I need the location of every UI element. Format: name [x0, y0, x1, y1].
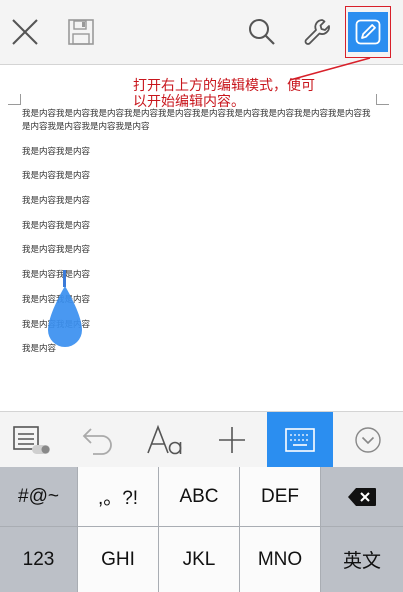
keyboard-col-divider — [239, 467, 240, 592]
keyboard-col-divider — [320, 467, 321, 592]
key-delete[interactable] — [321, 467, 403, 526]
key-def[interactable]: DEF — [240, 467, 320, 526]
key-ghi[interactable]: GHI — [78, 527, 158, 592]
text-style-button[interactable] — [135, 412, 195, 468]
keyboard-icon — [285, 428, 315, 452]
key-jkl[interactable]: JKL — [159, 527, 239, 592]
paragraph: 我是内容我是内容我是内容我是内容我是内容我是内容我是内容我是内容我是内容我是内容… — [22, 109, 371, 132]
paragraph: 我是内容我是内容 — [22, 220, 91, 231]
paragraph: 我是内容我是内容 — [22, 270, 91, 281]
bottom-toolbar — [0, 411, 403, 468]
text-style-icon — [147, 424, 182, 455]
paragraph: 我是内容我是内容 — [22, 245, 91, 256]
page-corner-left — [8, 94, 21, 105]
delete-icon — [348, 487, 376, 506]
undo-button[interactable] — [68, 412, 128, 468]
page-corner-right — [376, 94, 389, 105]
keyboard-button[interactable] — [267, 412, 333, 468]
keyboard-col-divider — [77, 467, 78, 592]
paragraph: 我是内容我是内容 — [22, 171, 91, 182]
insert-button[interactable] — [202, 412, 262, 468]
key-english[interactable]: 英文 — [321, 527, 403, 592]
key-numbers[interactable]: 123 — [0, 527, 77, 592]
insert-icon — [219, 427, 245, 453]
cursor-handle[interactable] — [46, 284, 84, 348]
key-abc[interactable]: ABC — [159, 467, 239, 526]
key-symbols[interactable]: #@~ — [0, 467, 77, 526]
format-toggle-button[interactable] — [2, 412, 62, 468]
paragraph: 我是内容我是内容 — [22, 196, 91, 207]
key-mno[interactable]: MNO — [240, 527, 320, 592]
collapse-icon — [355, 427, 381, 453]
collapse-button[interactable] — [338, 412, 398, 468]
paragraph: 我是内容我是内容 — [22, 146, 91, 157]
undo-icon — [82, 428, 112, 455]
key-punctuation[interactable]: ,。?! — [78, 467, 158, 526]
keyboard-row-divider — [0, 526, 403, 527]
annotation-line-1: 打开右上方的编辑模式，便可 — [133, 78, 315, 94]
annotation-text: 打开右上方的编辑模式，便可 以开始编辑内容。 — [133, 78, 353, 110]
format-toggle-icon — [13, 426, 50, 454]
keyboard-col-divider — [158, 467, 159, 592]
